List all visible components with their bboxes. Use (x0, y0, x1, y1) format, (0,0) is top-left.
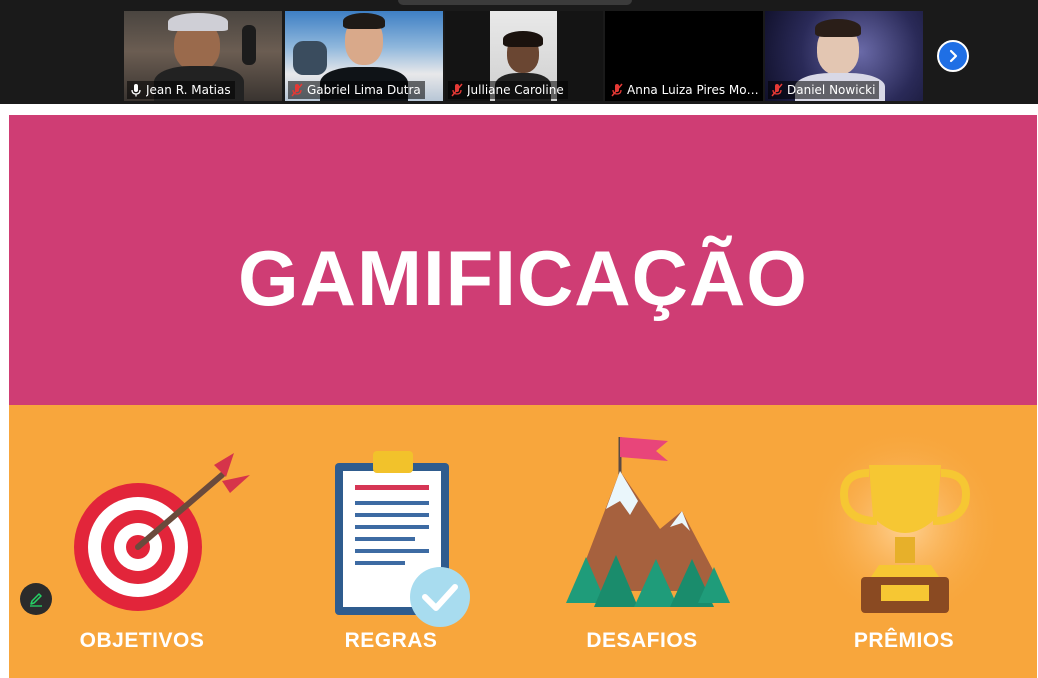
mountain-flag-icon (566, 437, 730, 607)
participant-name-tag: Julliane Caroline (448, 81, 568, 99)
muted-microphone-icon (771, 83, 783, 97)
target-icon (74, 453, 250, 611)
participant-name-tag: Jean R. Matias (127, 81, 235, 99)
participant-name: Jean R. Matias (146, 83, 231, 97)
video-gallery-strip: Jean R. Matias Gabriel Lima Dutra Jullia… (0, 0, 1038, 104)
chevron-right-icon (949, 49, 958, 63)
gallery-next-button[interactable] (937, 40, 969, 72)
annotate-button[interactable] (20, 583, 52, 615)
participant-tile-julliane[interactable]: Julliane Caroline (445, 11, 603, 101)
participant-tile-jean[interactable]: Jean R. Matias (124, 11, 282, 101)
slide-item-label: DESAFIOS (586, 629, 698, 652)
clipboard-icon (335, 451, 470, 627)
participant-name: Anna Luiza Pires Mou... (627, 83, 759, 97)
shared-screen-slide: GAMIFICAÇÃO OBJETIVOS REGRAS DESAFIOS PR… (9, 115, 1037, 678)
participant-name-tag: Daniel Nowicki (768, 81, 880, 99)
pencil-icon (30, 593, 42, 607)
muted-microphone-icon (451, 83, 463, 97)
participant-name: Julliane Caroline (467, 83, 564, 97)
participant-name: Daniel Nowicki (787, 83, 876, 97)
muted-microphone-icon (291, 83, 303, 97)
participant-tile-anna[interactable]: Anna Luiza Pires Mou... (605, 11, 763, 101)
slide-title: GAMIFICAÇÃO (238, 234, 808, 322)
top-drag-handle[interactable] (398, 0, 632, 5)
participant-tile-gabriel[interactable]: Gabriel Lima Dutra (285, 11, 443, 101)
slide-item-label: PRÊMIOS (853, 629, 955, 652)
slide-item-label: OBJETIVOS (79, 629, 205, 652)
participant-name-tag: Anna Luiza Pires Mou... (608, 81, 763, 99)
participant-name: Gabriel Lima Dutra (307, 83, 421, 97)
muted-microphone-icon (611, 83, 623, 97)
trophy-icon (805, 425, 1005, 625)
participant-name-tag: Gabriel Lima Dutra (288, 81, 425, 99)
slide-item-label: REGRAS (344, 629, 438, 652)
microphone-icon (131, 84, 141, 97)
participant-tile-daniel[interactable]: Daniel Nowicki (765, 11, 923, 101)
